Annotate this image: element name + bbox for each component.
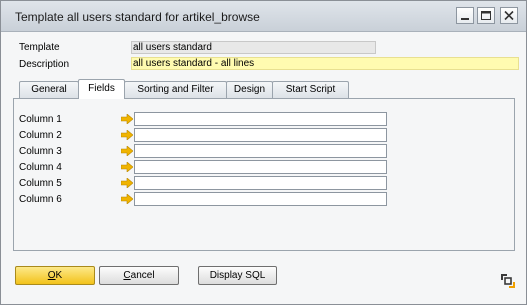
link-arrow-icon[interactable] bbox=[121, 194, 133, 204]
description-field[interactable]: all users standard - all lines bbox=[131, 57, 519, 70]
tab-design[interactable]: Design bbox=[226, 81, 273, 98]
window-title: Template all users standard for artikel_… bbox=[15, 10, 260, 24]
link-arrow-icon[interactable] bbox=[121, 178, 133, 188]
column-4-label: Column 4 bbox=[19, 162, 62, 173]
tab-sorting-and-filter[interactable]: Sorting and Filter bbox=[124, 81, 227, 98]
column-4-input[interactable] bbox=[134, 160, 387, 174]
close-button[interactable] bbox=[500, 7, 518, 24]
tab-general[interactable]: General bbox=[19, 81, 79, 98]
column-1-input[interactable] bbox=[134, 112, 387, 126]
display-sql-button[interactable]: Display SQL bbox=[198, 266, 277, 285]
ok-button[interactable]: OK bbox=[15, 266, 95, 285]
link-arrow-icon[interactable] bbox=[121, 130, 133, 140]
close-icon bbox=[504, 10, 514, 21]
description-label: Description bbox=[19, 59, 70, 70]
tab-start-script[interactable]: Start Script bbox=[272, 81, 349, 98]
maximize-icon bbox=[481, 11, 491, 20]
minimize-button[interactable] bbox=[456, 7, 474, 24]
link-arrow-icon[interactable] bbox=[121, 146, 133, 156]
column-6-input[interactable] bbox=[134, 192, 387, 206]
tab-fields[interactable]: Fields bbox=[78, 79, 125, 99]
link-arrow-icon[interactable] bbox=[121, 162, 133, 172]
column-5-label: Column 5 bbox=[19, 178, 62, 189]
corner-logo-icon bbox=[501, 274, 515, 288]
title-bar[interactable]: Template all users standard for artikel_… bbox=[1, 1, 526, 32]
template-label: Template bbox=[19, 42, 60, 53]
column-6-label: Column 6 bbox=[19, 194, 62, 205]
maximize-button[interactable] bbox=[477, 7, 495, 24]
column-3-input[interactable] bbox=[134, 144, 387, 158]
template-field: all users standard bbox=[131, 41, 376, 54]
link-arrow-icon[interactable] bbox=[121, 114, 133, 124]
column-1-label: Column 1 bbox=[19, 114, 62, 125]
column-3-label: Column 3 bbox=[19, 146, 62, 157]
cancel-button[interactable]: Cancel bbox=[99, 266, 179, 285]
minimize-icon bbox=[461, 18, 469, 20]
column-5-input[interactable] bbox=[134, 176, 387, 190]
column-2-input[interactable] bbox=[134, 128, 387, 142]
dialog-window: Template all users standard for artikel_… bbox=[0, 0, 527, 305]
column-2-label: Column 2 bbox=[19, 130, 62, 141]
